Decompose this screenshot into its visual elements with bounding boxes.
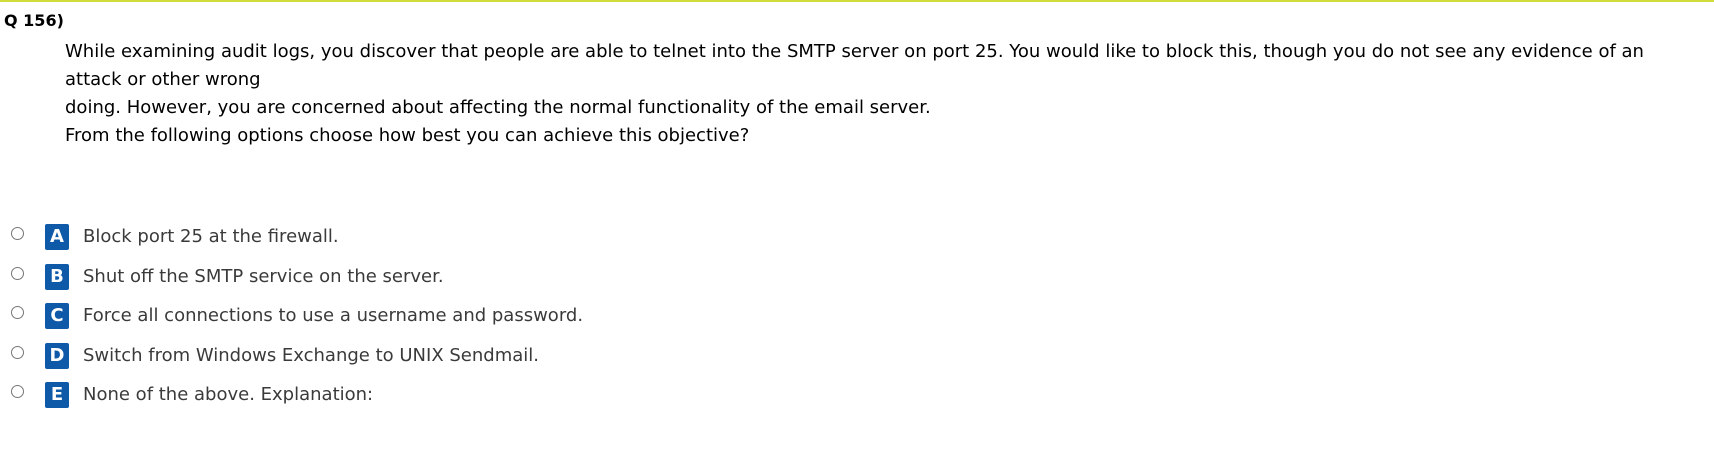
radio-button-e[interactable] bbox=[11, 384, 24, 398]
question-stem-line: While examining audit logs, you discover… bbox=[65, 41, 1644, 62]
answer-option-a[interactable]: A Block port 25 at the firewall. bbox=[9, 223, 339, 251]
question-number: Q 156) bbox=[4, 11, 64, 30]
radio-button-b[interactable] bbox=[11, 266, 24, 280]
question-stem-line: From the following options choose how be… bbox=[65, 125, 750, 146]
radio-button-d[interactable] bbox=[11, 345, 24, 359]
answer-option-c[interactable]: C Force all connections to use a usernam… bbox=[9, 302, 583, 330]
answer-option-e[interactable]: E None of the above. Explanation: bbox=[9, 381, 373, 409]
top-divider bbox=[0, 0, 1714, 2]
option-text: Switch from Windows Exchange to UNIX Sen… bbox=[83, 345, 540, 366]
answer-option-d[interactable]: D Switch from Windows Exchange to UNIX S… bbox=[9, 342, 539, 370]
option-text: Shut off the SMTP service on the server. bbox=[83, 266, 444, 287]
option-letter-badge: C bbox=[45, 303, 69, 329]
option-letter-badge: D bbox=[45, 343, 69, 369]
question-stem: While examining audit logs, you discover… bbox=[65, 38, 1710, 150]
option-text: Block port 25 at the firewall. bbox=[83, 226, 339, 247]
radio-button-c[interactable] bbox=[11, 305, 24, 319]
question-stem-line: attack or other wrong bbox=[65, 69, 261, 90]
option-letter-badge: A bbox=[45, 224, 69, 250]
question-stem-line: doing. However, you are concerned about … bbox=[65, 97, 931, 118]
option-letter-badge: E bbox=[45, 382, 69, 408]
radio-button-a[interactable] bbox=[11, 226, 24, 240]
option-text: None of the above. Explanation: bbox=[83, 384, 374, 405]
option-letter-badge: B bbox=[45, 264, 69, 290]
option-text: Force all connections to use a username … bbox=[83, 305, 584, 326]
answer-option-b[interactable]: B Shut off the SMTP service on the serve… bbox=[9, 263, 444, 291]
